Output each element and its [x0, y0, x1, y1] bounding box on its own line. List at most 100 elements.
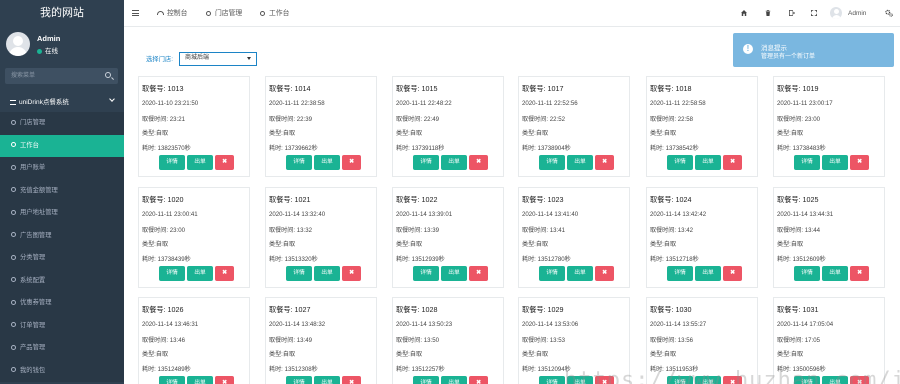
delete-button[interactable]: ✖ [342, 266, 361, 281]
order-elapsed: 耗时: 13500596秒 [777, 366, 826, 373]
order-type: 类型:自取 [777, 241, 804, 248]
delete-button[interactable]: ✖ [342, 155, 361, 170]
online-dot-icon [37, 48, 42, 54]
detail-button[interactable]: 详情 [794, 376, 820, 384]
detail-button[interactable]: 详情 [413, 155, 439, 170]
trash-icon[interactable] [765, 10, 771, 16]
serve-button[interactable]: 出单 [441, 376, 467, 384]
serve-button[interactable]: 出单 [441, 155, 467, 170]
tab-store-management[interactable]: 门店管理 [206, 0, 242, 27]
serve-button[interactable]: 出单 [822, 266, 848, 281]
delete-button[interactable]: ✖ [342, 376, 361, 384]
dashboard-icon [157, 11, 164, 16]
menu-list-icon [10, 99, 16, 105]
detail-button[interactable]: 详情 [539, 376, 565, 384]
serve-button[interactable]: 出单 [695, 155, 721, 170]
detail-button[interactable]: 详情 [794, 155, 820, 170]
delete-button[interactable]: ✖ [595, 266, 614, 281]
order-number: 取餐号: 1028 [396, 305, 438, 314]
hamburger-icon[interactable] [132, 10, 139, 16]
detail-button[interactable]: 详情 [159, 266, 185, 281]
detail-button[interactable]: 详情 [286, 376, 312, 384]
sidebar-item-workbench[interactable]: 工作台 [0, 134, 124, 157]
top-bar: 控制台 门店管理 工作台 Admin [124, 0, 900, 27]
sidebar-item-config[interactable]: 系统配置 [0, 269, 124, 292]
serve-button[interactable]: 出单 [187, 266, 213, 281]
menu-search-input[interactable] [5, 68, 118, 84]
delete-button[interactable]: ✖ [215, 155, 234, 170]
detail-button[interactable]: 详情 [667, 266, 693, 281]
detail-button[interactable]: 详情 [159, 376, 185, 384]
sidebar-item-address[interactable]: 用户地址管理 [0, 202, 124, 225]
detail-button[interactable]: 详情 [667, 376, 693, 384]
serve-button[interactable]: 出单 [187, 155, 213, 170]
notification-toast[interactable]: ! 消息提示 管理员有一个新订单 [733, 33, 894, 67]
detail-button[interactable]: 详情 [539, 155, 565, 170]
sidebar-item-store[interactable]: 门店管理 [0, 112, 124, 135]
serve-button[interactable]: 出单 [567, 155, 593, 170]
serve-button[interactable]: 出单 [822, 376, 848, 384]
serve-button[interactable]: 出单 [567, 376, 593, 384]
serve-button[interactable]: 出单 [441, 266, 467, 281]
detail-button[interactable]: 详情 [413, 266, 439, 281]
avatar[interactable] [6, 32, 30, 56]
detail-button[interactable]: 详情 [159, 155, 185, 170]
gears-icon[interactable] [885, 9, 893, 17]
serve-button[interactable]: 出单 [314, 376, 340, 384]
sidebar-item-category[interactable]: 分类管理 [0, 247, 124, 270]
serve-button[interactable]: 出单 [695, 266, 721, 281]
tab-dashboard[interactable]: 控制台 [157, 0, 187, 27]
sidebar-item-recharge[interactable]: 充值金额管理 [0, 179, 124, 202]
serve-button[interactable]: 出单 [567, 266, 593, 281]
sidebar-item-products[interactable]: 产品管理 [0, 337, 124, 360]
delete-button[interactable]: ✖ [850, 266, 869, 281]
app-window: 我的网站 Admin 在线 uniDrink点餐系统 门店管理工作台用户账单充值… [0, 0, 900, 384]
tab-workbench[interactable]: 工作台 [260, 0, 289, 27]
delete-button[interactable]: ✖ [723, 155, 742, 170]
delete-button[interactable]: ✖ [469, 266, 488, 281]
serve-button[interactable]: 出单 [695, 376, 721, 384]
order-elapsed: 耗时: 13512308秒 [269, 366, 318, 373]
fullscreen-icon[interactable] [811, 10, 817, 16]
home-icon[interactable] [741, 10, 747, 16]
sidebar-item-wallet[interactable]: 我的钱包 [0, 359, 124, 382]
order-number: 取餐号: 1019 [777, 84, 819, 93]
delete-button[interactable]: ✖ [595, 376, 614, 384]
top-user-name[interactable]: Admin [848, 10, 866, 17]
detail-button[interactable]: 详情 [413, 376, 439, 384]
delete-button[interactable]: ✖ [723, 376, 742, 384]
order-created-time: 2020-11-11 22:48:22 [396, 100, 452, 107]
detail-button[interactable]: 详情 [539, 266, 565, 281]
search-icon[interactable] [105, 72, 111, 78]
detail-button[interactable]: 详情 [794, 266, 820, 281]
delete-button[interactable]: ✖ [850, 376, 869, 384]
order-created-time: 2020-11-14 13:42:42 [650, 211, 707, 218]
top-avatar[interactable] [830, 7, 842, 19]
delete-button[interactable]: ✖ [469, 155, 488, 170]
sidebar-item-coupon[interactable]: 优惠券管理 [0, 292, 124, 315]
serve-button[interactable]: 出单 [314, 155, 340, 170]
circle-icon [11, 187, 16, 193]
sidebar-item-orders[interactable]: 订单管理 [0, 314, 124, 337]
exit-icon[interactable] [789, 10, 795, 16]
sidebar-item-bills[interactable]: 用户账单 [0, 157, 124, 180]
detail-button[interactable]: 详情 [286, 266, 312, 281]
delete-button[interactable]: ✖ [469, 376, 488, 384]
sidebar-section-unidrink[interactable]: uniDrink点餐系统 [0, 93, 124, 112]
store-select[interactable]: 商城后端 [179, 52, 257, 66]
order-meal-time: 取餐时间: 13:53 [522, 337, 566, 344]
serve-button[interactable]: 出单 [314, 266, 340, 281]
delete-button[interactable]: ✖ [723, 266, 742, 281]
sidebar-item-banner[interactable]: 广告图管理 [0, 224, 124, 247]
detail-button[interactable]: 详情 [286, 155, 312, 170]
delete-button[interactable]: ✖ [850, 155, 869, 170]
delete-button[interactable]: ✖ [215, 266, 234, 281]
circle-icon [11, 322, 16, 328]
serve-button[interactable]: 出单 [822, 155, 848, 170]
detail-button[interactable]: 详情 [667, 155, 693, 170]
delete-button[interactable]: ✖ [595, 155, 614, 170]
circle-icon [11, 232, 16, 238]
site-logo[interactable]: 我的网站 [0, 0, 124, 27]
serve-button[interactable]: 出单 [187, 376, 213, 384]
delete-button[interactable]: ✖ [215, 376, 234, 384]
